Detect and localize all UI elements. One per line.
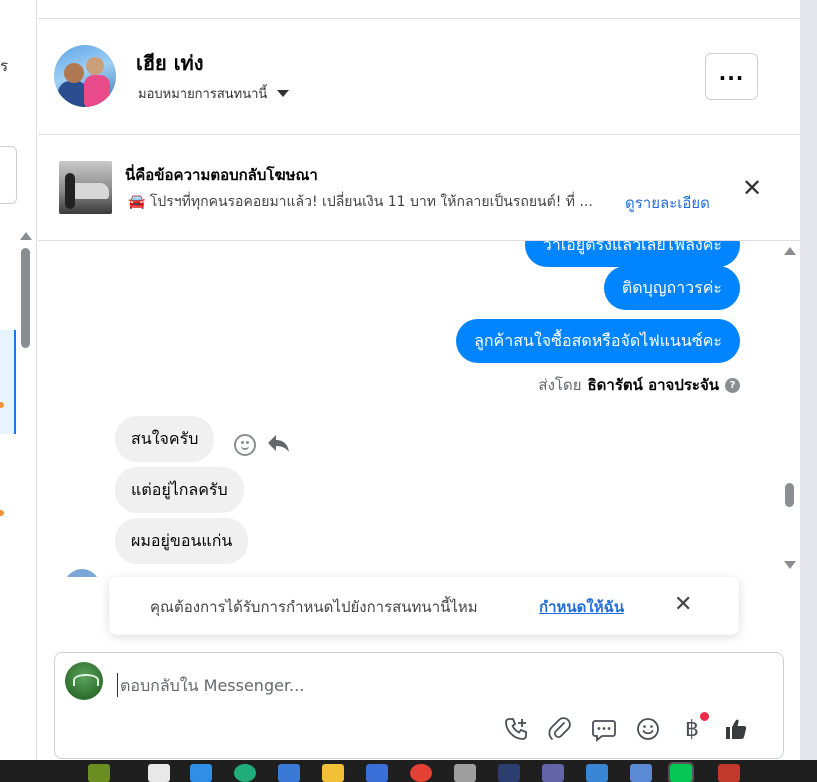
contact-name[interactable]: เฮีย เท่ง [136,47,204,79]
caret-down-icon [277,90,290,97]
sent-by-caption: ส่งโดย ธิดารัตน์ อาจประจัน ? [538,373,740,397]
ad-banner-description: 🚘 โปรฯที่ทุกคนรอคอยมาแล้ว! เปลี่ยนเงิน 1… [128,194,593,210]
assign-to-me-prompt: คุณต้องการได้รับการกำหนดไปยังการสนทนานี้… [109,577,739,635]
contact-mini-avatar [64,569,100,577]
conversation-list-edge: ร [0,0,37,760]
reply-input[interactable] [117,673,717,697]
page-avatar [65,662,103,700]
messenger-inbox-window: ร เฮีย เท่ง มอบหมายการสนทนานี้ ... นี่คื… [0,0,817,782]
baht-symbol: ฿ [685,716,699,742]
ad-banner-title: นี่คือข้อความตอบกลับโฆษณา [125,166,318,184]
conversation-list-scrollbar[interactable] [19,232,35,752]
payment-baht-icon[interactable]: ฿ [677,712,709,744]
taskbar-app-icon[interactable] [498,764,520,782]
assign-conversation-dropdown[interactable]: มอบหมายการสนทนานี้ [138,83,290,104]
more-options-button[interactable]: ... [705,53,758,100]
conversation-header: เฮีย เท่ง มอบหมายการสนทนานี้ ... [38,18,800,135]
taskbar-app-icon[interactable] [366,764,388,782]
scrollbar-thumb[interactable] [785,483,794,507]
scroll-up-arrow-icon[interactable] [20,232,32,240]
scroll-down-arrow-icon[interactable] [784,561,796,569]
contact-avatar[interactable] [54,45,116,107]
taskbar-app-icon[interactable] [190,764,212,782]
taskbar-app-icon[interactable] [718,764,740,782]
assign-label: มอบหมายการสนทนานี้ [138,87,268,102]
selected-conversation-edge[interactable] [0,330,16,434]
saved-replies-icon[interactable] [589,714,619,744]
composer-toolbar: ฿ [501,712,751,745]
scroll-up-arrow-icon[interactable] [784,247,796,255]
ad-reply-banner: นี่คือข้อความตอบกลับโฆษณา 🚘 โปรฯที่ทุกคน… [38,135,800,241]
sent-by-prefix: ส่งโดย [538,376,582,394]
notification-dot [700,712,709,721]
sent-by-name: ธิดารัตน์ อาจประจัน [587,376,720,394]
browser-icon[interactable] [410,764,432,782]
line-app-icon[interactable] [668,762,694,782]
list-fragment-text: ร [0,57,9,75]
ad-details-link[interactable]: ดูรายละเอียด [625,191,710,215]
incoming-message-bubble[interactable]: แต่อยู่ไกลครับ [115,467,244,513]
calendar-icon[interactable] [586,764,608,782]
outgoing-message-bubble[interactable]: ติดบุญถาวรค่ะ [603,266,740,310]
ad-thumbnail-image[interactable] [59,161,112,214]
assign-to-me-link[interactable]: กำหนดให้ฉัน [539,595,624,619]
info-icon[interactable]: ? [725,377,740,393]
taskbar-app-icon[interactable] [234,764,256,782]
unread-dot [0,510,4,516]
folder-icon[interactable] [322,764,344,782]
reaction-smiley-icon[interactable] [234,434,256,456]
close-icon[interactable]: ✕ [674,594,692,616]
add-call-icon[interactable] [501,714,531,744]
taskbar-app-icon[interactable] [88,764,110,782]
camera-icon[interactable] [454,764,476,782]
like-thumbs-up-icon[interactable] [721,714,751,744]
reply-arrow-icon[interactable] [266,433,290,459]
search-box-edge[interactable] [0,146,17,204]
teams-icon[interactable] [542,764,564,782]
incoming-message-bubble[interactable]: สนใจครับ [115,416,215,462]
close-icon[interactable]: ✕ [741,176,763,200]
message-thread-scrollbar[interactable] [783,245,797,575]
attachment-paperclip-icon[interactable] [545,714,575,744]
taskbar-app-icon[interactable] [148,764,170,782]
outgoing-message-bubble[interactable]: ลูกค้าสนใจซื้อสดหรือจัดไฟแนนซ์คะ [456,319,740,363]
calculator-icon[interactable] [630,764,652,782]
message-thread: ว่าเอยู่ตรงแล้วเลยไฟลงค่ะ ติดบุญถาวรค่ะ … [38,241,800,577]
incoming-message-bubble[interactable]: ผมอยู่ขอนแก่น [115,518,249,564]
assign-prompt-text: คุณต้องการได้รับการกำหนดไปยังการสนทนานี้… [150,598,478,616]
right-panel-edge [800,0,817,760]
outgoing-message-bubble[interactable]: ว่าเอยู่ตรงแล้วเลยไฟลงค่ะ [524,241,740,267]
emoji-icon[interactable] [633,714,663,744]
scrollbar-thumb[interactable] [21,248,30,348]
message-composer: ฿ [54,652,784,759]
more-dots-icon: ... [718,60,745,85]
os-taskbar [0,760,817,782]
taskbar-app-icon[interactable] [278,764,300,782]
